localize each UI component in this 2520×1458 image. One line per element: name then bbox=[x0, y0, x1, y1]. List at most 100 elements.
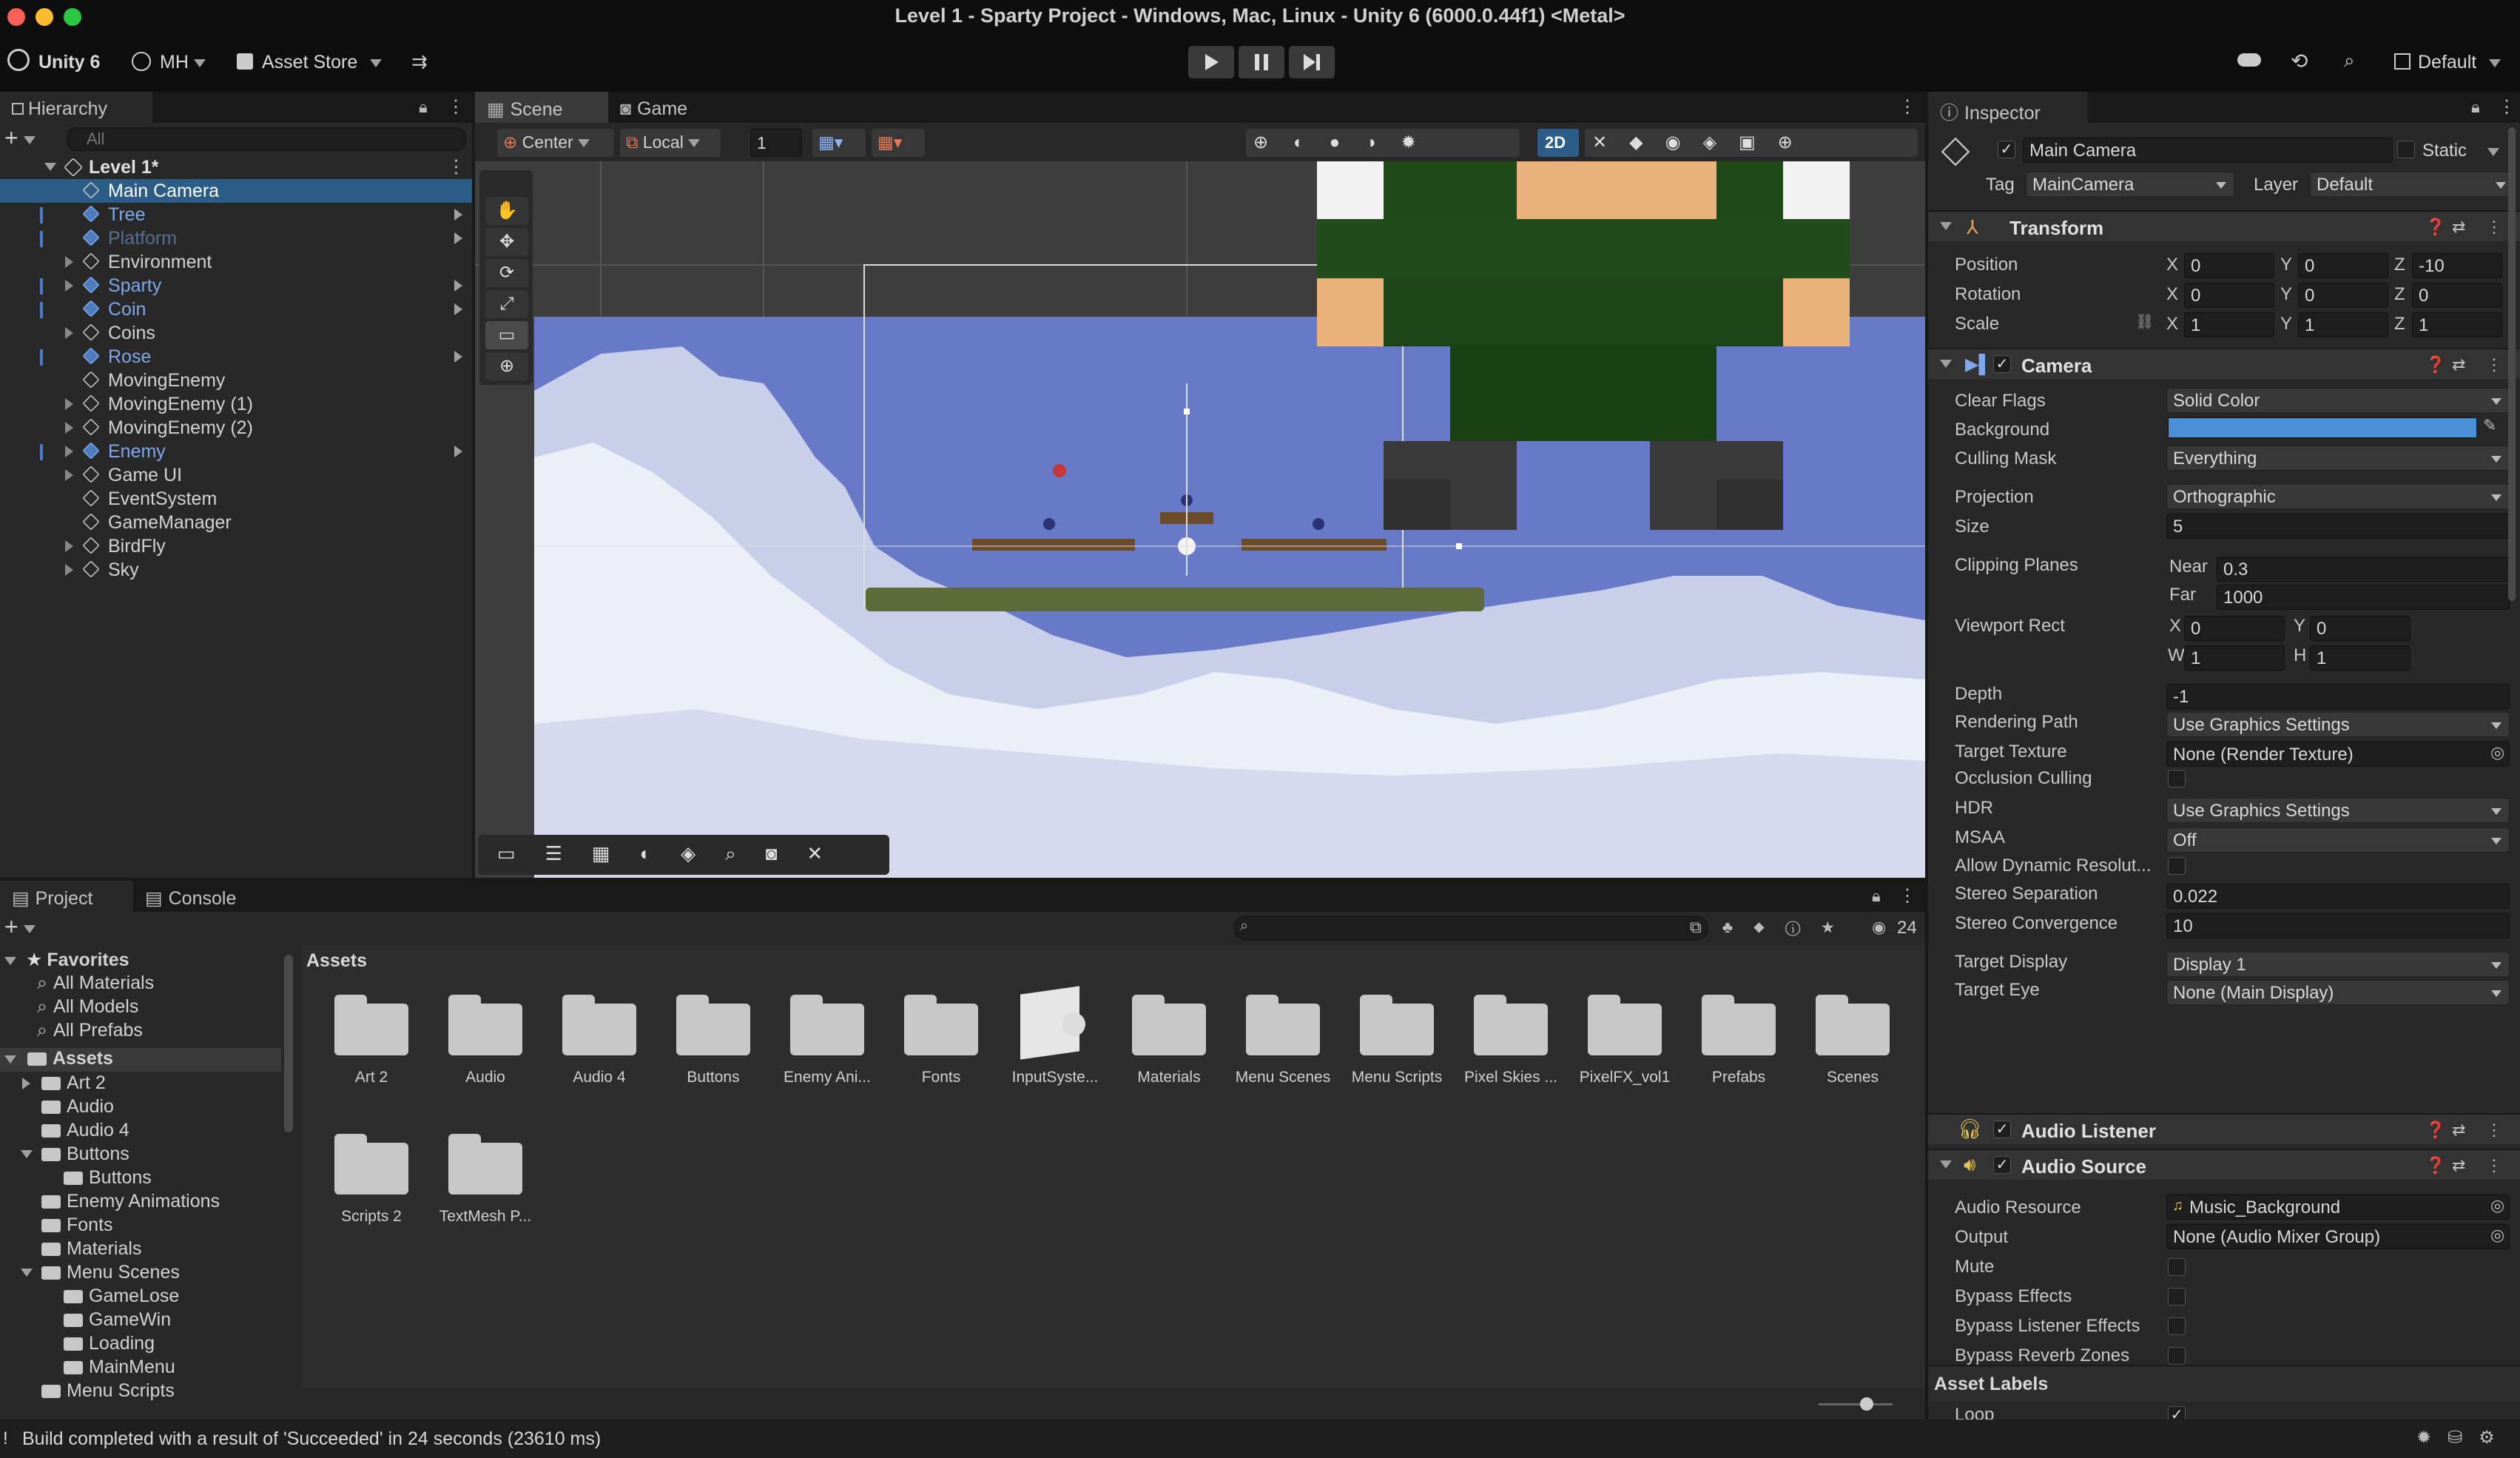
mute-checkbox[interactable] bbox=[2168, 1258, 2186, 1276]
tab-project[interactable]: ▤ Project bbox=[0, 881, 133, 912]
object-picker-icon[interactable]: ◎ bbox=[2490, 1226, 2504, 1245]
audio-resource-field[interactable]: Music_Background bbox=[2166, 1195, 2510, 1220]
favorites-row[interactable]: ★ Favorites bbox=[0, 949, 281, 972]
viewport-x-field[interactable]: 0 bbox=[2184, 616, 2285, 641]
tab-hierarchy[interactable]: Hierarchy bbox=[0, 92, 152, 123]
move-tool-icon[interactable]: ✥ bbox=[485, 228, 528, 256]
project-filter-icons[interactable]: ⧉♣⬥ⓘ★ bbox=[1690, 918, 1855, 937]
chevron-right-icon[interactable] bbox=[454, 232, 462, 244]
asset-folder-row[interactable]: Menu Scenes bbox=[0, 1261, 281, 1285]
asset-folder-row[interactable]: GameWin bbox=[0, 1308, 281, 1332]
favorite-item[interactable]: ⌕ All Prefabs bbox=[37, 1020, 274, 1044]
dynamic-resolution-checkbox[interactable] bbox=[2168, 857, 2186, 875]
asset-item[interactable]: Menu Scenes bbox=[1227, 987, 1338, 1098]
asset-folder-row[interactable]: Buttons bbox=[0, 1143, 281, 1166]
near-field[interactable]: 0.3 bbox=[2217, 557, 2510, 582]
chevron-down-icon[interactable] bbox=[1940, 1160, 1952, 1169]
inspector-scrollbar[interactable] bbox=[2508, 127, 2516, 601]
asset-item[interactable]: Enemy Ani... bbox=[772, 987, 883, 1098]
culling-mask-dropdown[interactable]: Everything bbox=[2166, 446, 2510, 471]
asset-item[interactable]: Audio 4 bbox=[544, 987, 655, 1098]
hierarchy-item[interactable]: MovingEnemy (1) bbox=[0, 392, 472, 416]
bypass-effects-checkbox[interactable] bbox=[2168, 1288, 2186, 1306]
lock-icon[interactable]: 🔒︎ bbox=[2471, 98, 2480, 117]
target-eye-dropdown[interactable]: None (Main Display) bbox=[2166, 980, 2510, 1005]
asset-folder-row[interactable]: Audio 4 bbox=[0, 1119, 281, 1143]
asset-folder-row[interactable]: Enemy Animations bbox=[0, 1190, 281, 1214]
rendering-path-dropdown[interactable]: Use Graphics Settings bbox=[2166, 712, 2510, 737]
play-button[interactable] bbox=[1188, 46, 1234, 78]
transform-position-x-field[interactable]: 0 bbox=[2184, 253, 2274, 278]
stereo-separation-field[interactable]: 0.022 bbox=[2166, 884, 2510, 909]
grid-snap-button[interactable]: ▦▾ bbox=[812, 129, 866, 157]
viewport-h-field[interactable]: 1 bbox=[2310, 645, 2410, 671]
hierarchy-item[interactable]: Environment bbox=[0, 250, 472, 274]
transform-header[interactable]: ⅄ Transform ❓ ⇄ ⋮ bbox=[1928, 210, 2520, 241]
rect-tool-icon[interactable]: ▭ bbox=[485, 321, 528, 349]
scene-root-row[interactable]: Level 1* ⋮ bbox=[0, 155, 472, 179]
grid-size-field[interactable]: 1 bbox=[750, 129, 802, 157]
project-search-input[interactable] bbox=[1234, 916, 1708, 940]
search-icon[interactable]: ⌕ bbox=[2344, 49, 2355, 73]
viewport-y-field[interactable]: 0 bbox=[2310, 616, 2410, 641]
transform-scale-z-field[interactable]: 1 bbox=[2412, 312, 2502, 337]
audio-listener-header[interactable]: 🎧︎ ✓ Audio Listener ❓ ⇄ ⋮ bbox=[1928, 1113, 2520, 1144]
component-menu-icon[interactable]: ⋮ bbox=[2486, 355, 2502, 374]
history-icon[interactable]: ⟲ bbox=[2291, 49, 2308, 73]
far-field[interactable]: 1000 bbox=[2217, 585, 2510, 610]
hierarchy-item[interactable]: Coins bbox=[0, 321, 472, 345]
preset-icon[interactable]: ⇄ bbox=[2452, 218, 2465, 237]
scale-tool-icon[interactable]: ⤢ bbox=[485, 290, 528, 318]
chevron-down-icon[interactable] bbox=[1940, 360, 1952, 368]
hierarchy-item[interactable]: Game UI bbox=[0, 463, 472, 487]
chevron-down-icon[interactable] bbox=[21, 1269, 33, 1277]
target-display-dropdown[interactable]: Display 1 bbox=[2166, 952, 2510, 977]
chevron-right-icon[interactable] bbox=[22, 1078, 30, 1089]
rotate-tool-icon[interactable]: ⟳ bbox=[485, 259, 528, 287]
visibility-icon[interactable]: ◉ bbox=[1872, 918, 1886, 937]
chevron-down-icon[interactable] bbox=[1940, 222, 1952, 230]
asset-item[interactable]: TextMesh P... bbox=[430, 1126, 541, 1237]
object-picker-icon[interactable]: ◎ bbox=[2490, 1196, 2504, 1215]
component-menu-icon[interactable]: ⋮ bbox=[2486, 218, 2502, 237]
view-options-group[interactable]: ⊕◐●◑✹ bbox=[1246, 129, 1520, 157]
size-field[interactable]: 5 bbox=[2166, 514, 2510, 539]
hierarchy-item[interactable]: BirdFly bbox=[0, 534, 472, 558]
transform-scale-y-field[interactable]: 1 bbox=[2298, 312, 2388, 337]
help-icon[interactable]: ❓ bbox=[2425, 218, 2445, 237]
chevron-right-icon[interactable] bbox=[454, 351, 462, 363]
asset-folder-row[interactable]: Fonts bbox=[0, 1214, 281, 1237]
clear-flags-dropdown[interactable]: Solid Color bbox=[2166, 388, 2510, 413]
step-button[interactable] bbox=[1289, 46, 1335, 78]
pivot-local-dropdown[interactable]: ⧉ Local bbox=[620, 129, 721, 157]
status-text[interactable]: Build completed with a result of 'Succee… bbox=[22, 1428, 601, 1450]
occlusion-culling-checkbox[interactable] bbox=[2168, 770, 2186, 787]
scene-canvas[interactable]: ✋ ✥ ⟳ ⤢ ▭ ⊕ ▭☰▦◐◈⌕◙✕ bbox=[475, 161, 1925, 878]
hierarchy-item[interactable]: Rose bbox=[0, 345, 472, 369]
asset-labels-bar[interactable]: Asset Labels bbox=[1928, 1365, 2520, 1402]
cloud-icon[interactable] bbox=[2237, 53, 2261, 67]
increment-snap-button[interactable]: ▦▾ bbox=[872, 129, 925, 157]
hierarchy-item[interactable]: Tree bbox=[0, 203, 472, 226]
object-picker-icon[interactable]: ◎ bbox=[2490, 743, 2504, 762]
chevron-right-icon[interactable] bbox=[65, 280, 73, 292]
account-dropdown[interactable]: MH bbox=[160, 52, 189, 73]
transform-rotation-x-field[interactable]: 0 bbox=[2184, 283, 2274, 308]
asset-item[interactable]: PixelFX_vol1 bbox=[1569, 987, 1680, 1098]
more-options-icon[interactable]: ⋮ bbox=[1899, 885, 1916, 907]
bottom-overlay-toolbar[interactable]: ▭☰▦◐◈⌕◙✕ bbox=[478, 835, 889, 875]
zoom-slider-track[interactable] bbox=[1819, 1403, 1893, 1405]
asset-item[interactable]: Buttons bbox=[658, 987, 769, 1098]
account-icon[interactable] bbox=[132, 52, 151, 71]
hierarchy-item[interactable]: EventSystem bbox=[0, 487, 472, 511]
lock-icon[interactable]: 🔒︎ bbox=[1872, 887, 1881, 906]
hierarchy-item[interactable]: Main Camera bbox=[0, 179, 472, 203]
help-icon[interactable]: ❓ bbox=[2425, 1121, 2445, 1140]
pause-button[interactable] bbox=[1239, 46, 1284, 78]
zoom-slider-handle[interactable] bbox=[1860, 1397, 1873, 1411]
tag-dropdown[interactable]: MainCamera bbox=[2026, 172, 2234, 197]
favorite-item[interactable]: ⌕ All Materials bbox=[37, 972, 274, 996]
asset-item[interactable]: Art 2 bbox=[316, 987, 427, 1098]
asset-item[interactable]: InputSyste... bbox=[1000, 986, 1111, 1098]
chevron-down-icon[interactable] bbox=[44, 163, 56, 171]
